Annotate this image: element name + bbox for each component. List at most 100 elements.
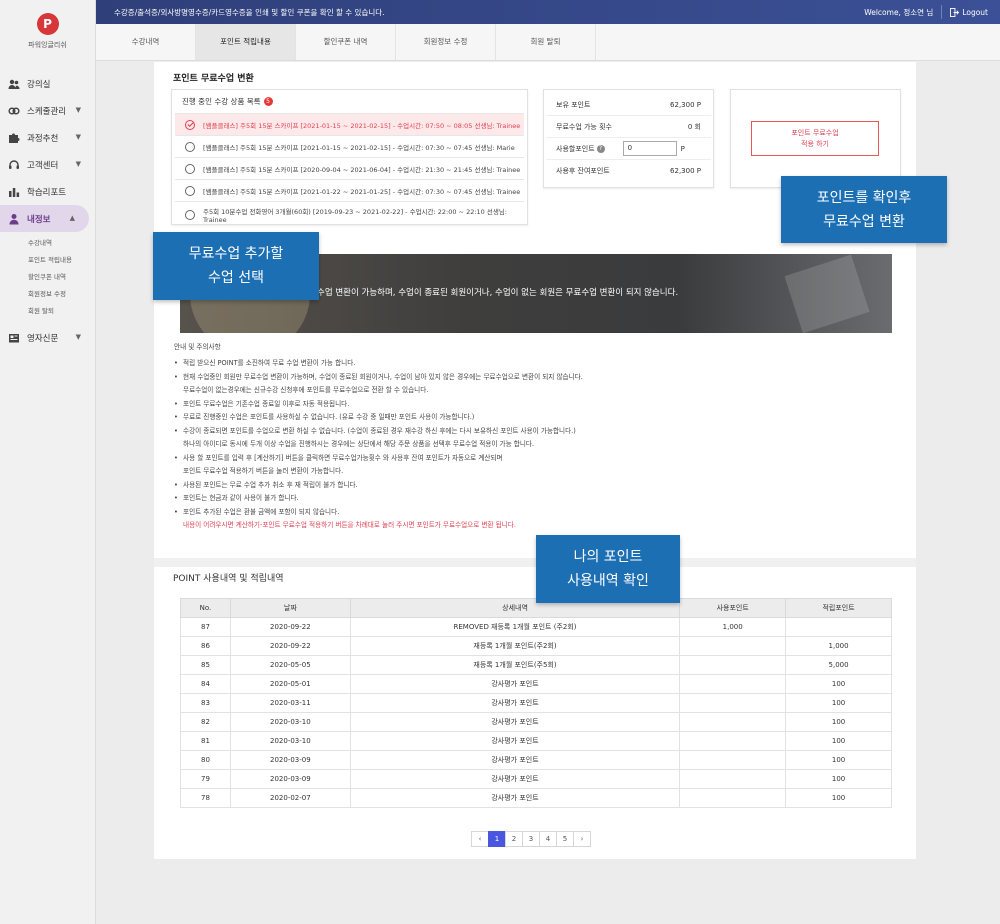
tab-points[interactable]: 포인트 적립내용 bbox=[196, 24, 296, 60]
course-count-badge: 5 bbox=[263, 97, 273, 106]
table-cell: 2020-03-09 bbox=[229, 769, 351, 789]
table-cell bbox=[679, 750, 787, 770]
puzzle-icon bbox=[8, 132, 20, 144]
logout-label: Logout bbox=[962, 7, 988, 17]
table-cell: 강사평가 포인트 bbox=[349, 731, 681, 751]
note-item: 수강이 종료되면 포인트를 수업으로 변환 하실 수 없습니다. (수업이 종료… bbox=[174, 425, 894, 439]
table-cell: 2020-05-01 bbox=[229, 674, 351, 694]
tab-coupons[interactable]: 할인쿠폰 내역 bbox=[296, 24, 396, 60]
table-cell: 재등록 1개월 포인트(주5회) bbox=[349, 655, 681, 675]
table-cell: 83 bbox=[180, 693, 231, 713]
apply-free-class-button[interactable]: 포인트 무료수업 적용 하기 bbox=[751, 121, 879, 156]
course-option[interactable]: [쌤플클래스] 주5회 15분 스카이프 [2021-01-22 ~ 2021-… bbox=[175, 179, 524, 201]
points-card: 보유 포인트 62,300 P 무료수업 가능 횟수 0 회 사용할포인트 ? … bbox=[543, 89, 714, 188]
prev-page-button[interactable]: ‹ bbox=[471, 831, 489, 847]
bar-chart-icon bbox=[8, 186, 20, 198]
sidebar-item-schedule[interactable]: 스케줄관리 ▼ bbox=[0, 97, 95, 124]
user-icon bbox=[8, 213, 20, 225]
note-item: 무료로 진행중인 수업은 포인트를 사용하실 수 없습니다. (유료 수강 중 … bbox=[174, 411, 894, 425]
submenu-item-withdraw[interactable]: 회원 탈퇴 bbox=[28, 303, 95, 320]
table-row: 86 2020-09-22 재등록 1개월 포인트(주2회) 1,000 bbox=[180, 636, 892, 656]
table-cell bbox=[785, 617, 892, 637]
table-cell: 2020-09-22 bbox=[229, 636, 351, 656]
note-item: 포인트는 현금과 같이 사용이 불가 합니다. bbox=[174, 492, 894, 506]
chevron-down-icon: ▼ bbox=[75, 160, 81, 168]
callout-select-course: 무료수업 추가할 수업 선택 bbox=[153, 232, 319, 300]
notes-list: 적립 받으신 POINT를 소진하여 무료 수업 변환이 가능 합니다. 현재 … bbox=[174, 357, 894, 533]
use-points-row: 사용할포인트 ? 0 P bbox=[546, 138, 711, 160]
tab-bar: 수강내역 포인트 적립내용 할인쿠폰 내역 회원정보 수정 회원 탈퇴 bbox=[96, 24, 1000, 61]
submenu-item-coupons[interactable]: 할인쿠폰 내역 bbox=[28, 269, 95, 286]
sidebar-item-support[interactable]: 고객센터 ▼ bbox=[0, 151, 95, 178]
course-label: [쌤플클래스] 주5회 15분 스카이프 [2021-01-22 ~ 2021-… bbox=[203, 187, 521, 196]
sidebar-item-classroom[interactable]: 강의실 bbox=[0, 70, 95, 97]
history-title: POINT 사용내역 및 적립내역 bbox=[173, 574, 284, 584]
sidebar-item-myinfo[interactable]: 내정보 ▲ bbox=[0, 205, 89, 232]
note-item: 사용 할 포인트를 입력 후 [계산하기] 버튼을 클릭하면 무료수업가능횟수 … bbox=[174, 452, 894, 466]
sidebar-submenu: 수강내역 포인트 적립내용 할인쿠폰 내역 회원정보 수정 회원 탈퇴 bbox=[0, 232, 95, 324]
brand[interactable]: P 파워잉글리쉬 bbox=[0, 0, 95, 62]
banner-text: 수업 변환이 가능하며, 수업이 종료된 회원이거나, 수업이 없는 회원은 무… bbox=[317, 288, 679, 298]
note-item: 포인트 무료수업은 기존수업 종료일 이후로 자동 적용됩니다. bbox=[174, 398, 894, 412]
course-option[interactable]: [쌤플클래스] 주5회 15분 스카이프 [2020-09-04 ~ 2021-… bbox=[175, 157, 524, 179]
apply-card: 포인트 무료수업 적용 하기 bbox=[730, 89, 901, 188]
note-item: 포인트 무료수업 적용하기 버튼을 눌러 변환이 가능합니다. bbox=[183, 467, 344, 475]
page-1[interactable]: 1 bbox=[488, 831, 506, 847]
sidebar-item-recommend[interactable]: 과정추천 ▼ bbox=[0, 124, 95, 151]
table-cell: 2020-03-11 bbox=[229, 693, 351, 713]
remain-points-label: 사용후 잔여포인트 bbox=[556, 167, 610, 175]
page-3[interactable]: 3 bbox=[522, 831, 540, 847]
free-count-row: 무료수업 가능 횟수 0 회 bbox=[546, 116, 711, 138]
submenu-item-classes[interactable]: 수강내역 bbox=[28, 235, 95, 252]
callout-confirm-points: 포인트를 확인후 무료수업 변환 bbox=[781, 176, 947, 243]
logout-button[interactable]: Logout bbox=[941, 5, 988, 19]
table-row: 83 2020-03-11 강사평가 포인트 100 bbox=[180, 693, 892, 713]
course-option[interactable]: 주5회 10분수업 전화영어 3개월(60회) [2019-09-23 ~ 20… bbox=[175, 201, 524, 227]
page-5[interactable]: 5 bbox=[556, 831, 574, 847]
tab-withdraw[interactable]: 회원 탈퇴 bbox=[496, 24, 596, 60]
sidebar-item-newspaper[interactable]: 영자신문 ▼ bbox=[0, 324, 95, 351]
sidebar-item-report[interactable]: 학습리포트 bbox=[0, 178, 95, 205]
course-label: [쌤플클래스] 주5회 15분 스카이프 [2021-01-15 ~ 2021-… bbox=[203, 121, 521, 130]
submenu-item-points[interactable]: 포인트 적립내용 bbox=[28, 252, 95, 269]
page-4[interactable]: 4 bbox=[539, 831, 557, 847]
tab-classes[interactable]: 수강내역 bbox=[96, 24, 196, 60]
help-icon[interactable]: ? bbox=[596, 144, 605, 153]
owned-points-label: 보유 포인트 bbox=[556, 100, 591, 109]
course-list-card: 진행 중인 수강 상품 목록 5 [쌤플클래스] 주5회 15분 스카이프 [2… bbox=[171, 89, 528, 225]
table-cell bbox=[679, 636, 787, 656]
callout-line: 무료수업 변환 bbox=[823, 213, 905, 230]
page-2[interactable]: 2 bbox=[505, 831, 523, 847]
next-page-button[interactable]: › bbox=[573, 831, 591, 847]
use-points-input[interactable]: 0 bbox=[622, 141, 677, 156]
note-item-highlight: 내용이 어려우시면 계산하기-포인트 무료수업 적용하기 버튼을 차례대로 눌러… bbox=[183, 521, 516, 529]
table-cell: 2020-09-22 bbox=[229, 617, 351, 637]
sidebar-item-label: 강의실 bbox=[27, 79, 51, 90]
owned-points-row: 보유 포인트 62,300 P bbox=[546, 94, 711, 116]
table-row: 79 2020-03-09 강사평가 포인트 100 bbox=[180, 769, 892, 789]
table-cell: 87 bbox=[180, 617, 231, 637]
table-cell bbox=[679, 788, 787, 808]
table-cell bbox=[679, 712, 787, 732]
table-cell: 86 bbox=[180, 636, 231, 656]
course-label: [쌤플클래스] 주5회 15분 스카이프 [2020-09-04 ~ 2021-… bbox=[203, 165, 521, 174]
submenu-item-profile[interactable]: 회원정보 수정 bbox=[28, 286, 95, 303]
table-cell: REMOVED 재등록 1개월 포인트 (주2회) bbox=[349, 617, 681, 637]
link-icon bbox=[8, 105, 20, 117]
table-cell: 2020-03-09 bbox=[229, 750, 351, 770]
table-cell: 100 bbox=[785, 712, 892, 732]
sidebar-item-label: 학습리포트 bbox=[27, 187, 67, 198]
chevron-up-icon: ▲ bbox=[69, 214, 75, 222]
note-item: 현재 수업중인 회원만 무료수업 변환이 가능하며, 수업이 종료된 회원이거나… bbox=[174, 371, 894, 385]
sidebar: P 파워잉글리쉬 강의실 스케줄관리 ▼ 과정추천 ▼ 고객센터 ▼ 학습리포트 bbox=[0, 0, 96, 924]
tab-profile[interactable]: 회원정보 수정 bbox=[396, 24, 496, 60]
table-row: 80 2020-03-09 강사평가 포인트 100 bbox=[180, 750, 892, 770]
table-row: 82 2020-03-10 강사평가 포인트 100 bbox=[180, 712, 892, 732]
course-option[interactable]: [쌤플클래스] 주5회 15분 스카이프 [2021-01-15 ~ 2021-… bbox=[175, 135, 524, 157]
table-cell: 100 bbox=[785, 674, 892, 694]
note-item: 무료수업이 없는경우에는 신규수강 신청후에 포인트를 무료수업으로 전환 할 … bbox=[183, 386, 429, 394]
radio-icon bbox=[185, 209, 195, 220]
top-notice: 수강증/출석증/외사방명영수증/카드영수증을 인쇄 및 할인 쿠폰을 확인 할 … bbox=[114, 7, 385, 17]
sidebar-item-label: 스케줄관리 bbox=[27, 106, 67, 117]
course-option[interactable]: [쌤플클래스] 주5회 15분 스카이프 [2021-01-15 ~ 2021-… bbox=[175, 113, 524, 135]
